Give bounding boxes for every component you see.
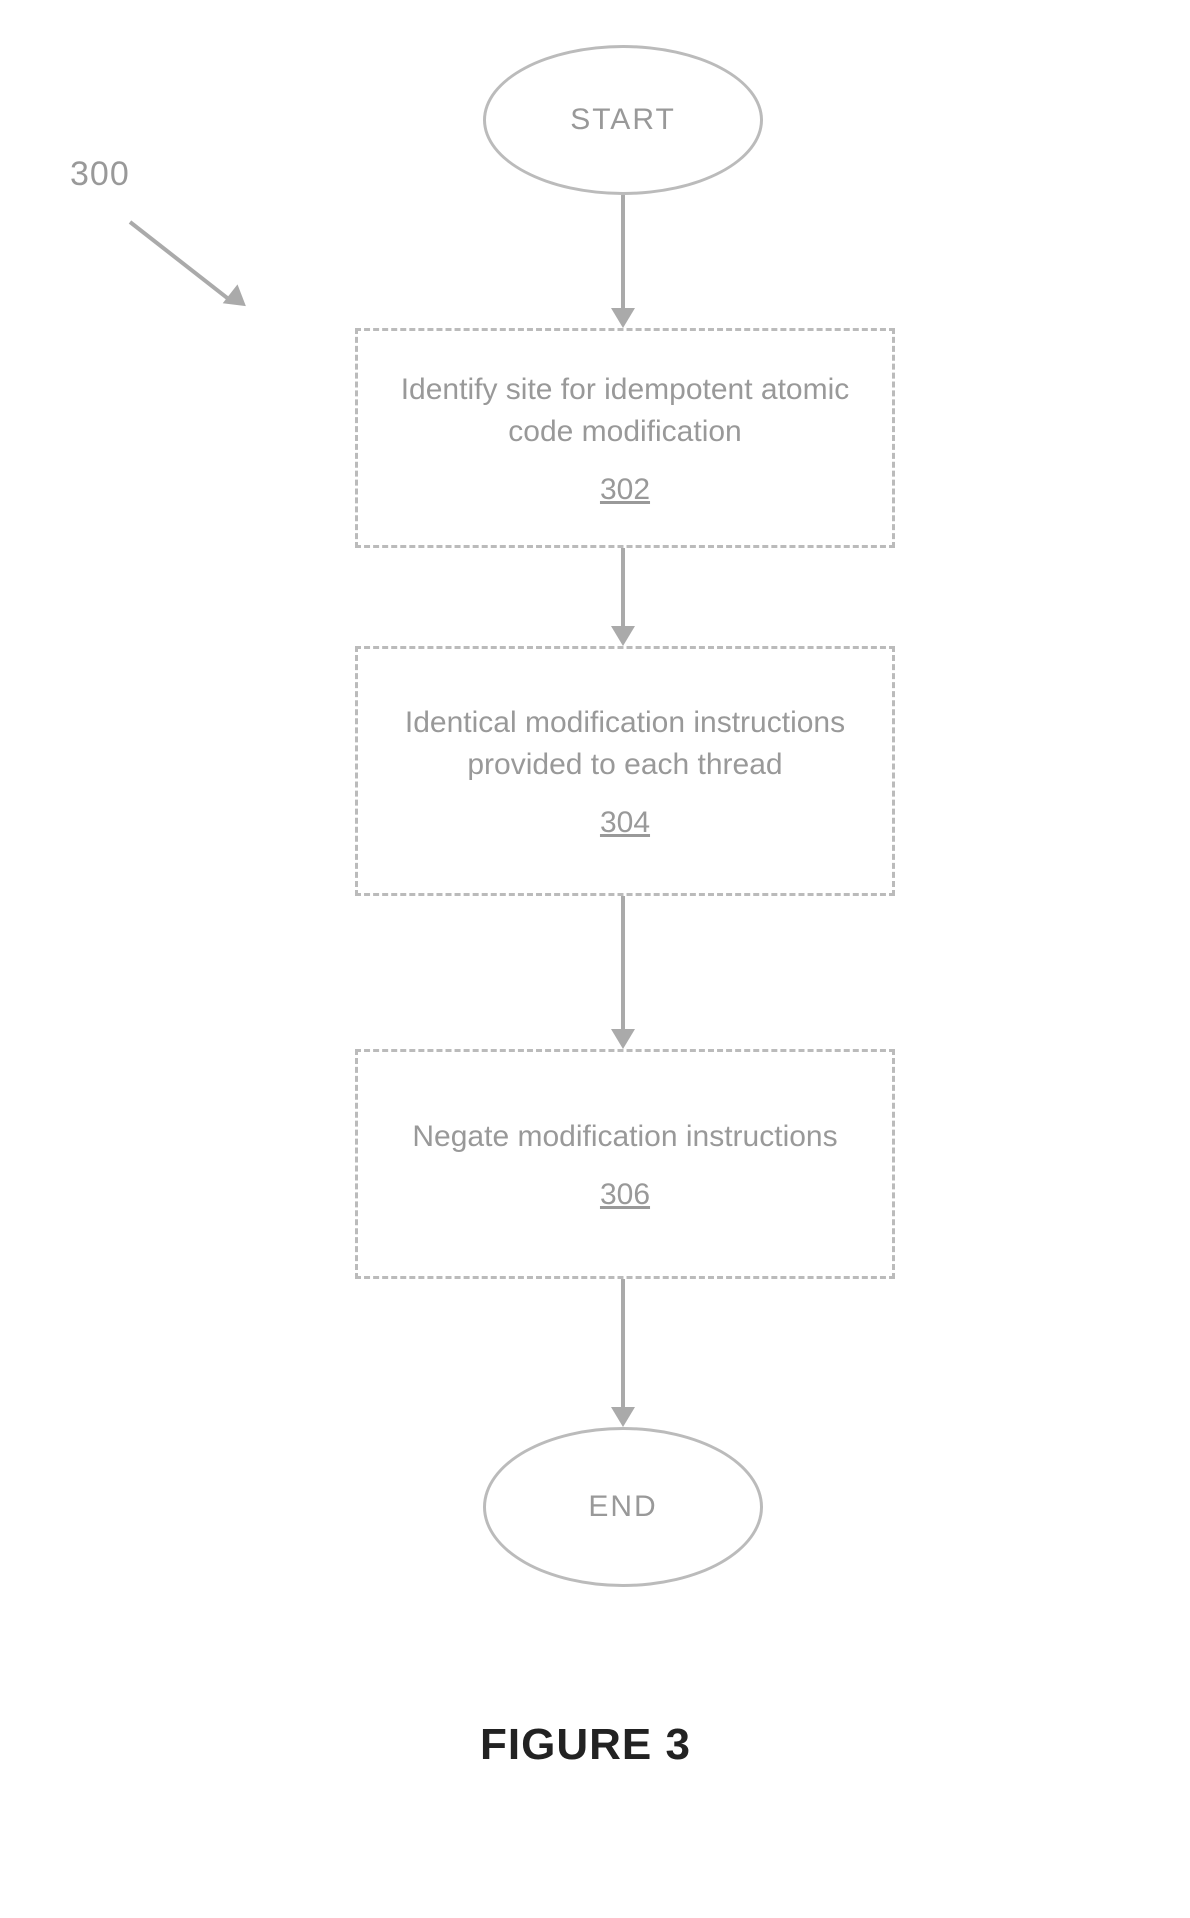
arrow-304-306-line: [621, 896, 625, 1031]
step-302-ref: 302: [600, 473, 650, 507]
step-306-node: Negate modification instructions 306: [355, 1049, 895, 1279]
end-node: END: [483, 1427, 763, 1587]
arrow-302-304-head: [611, 626, 635, 646]
arrow-306-end-head: [611, 1407, 635, 1427]
step-304-label: Identical modification instructions prov…: [378, 702, 872, 786]
arrow-start-302-line: [621, 195, 625, 310]
flowchart-canvas: 300 START Identify site for idempotent a…: [0, 0, 1190, 1918]
arrow-start-302-head: [611, 308, 635, 328]
step-304-node: Identical modification instructions prov…: [355, 646, 895, 896]
reference-pointer-head: [223, 284, 254, 315]
step-304-ref: 304: [600, 806, 650, 840]
reference-pointer-line: [129, 220, 234, 303]
arrow-304-306-head: [611, 1029, 635, 1049]
figure-caption: FIGURE 3: [480, 1720, 691, 1770]
end-label: END: [588, 1490, 657, 1524]
reference-number-label: 300: [70, 155, 130, 194]
step-302-node: Identify site for idempotent atomic code…: [355, 328, 895, 548]
start-label: START: [570, 103, 676, 137]
start-node: START: [483, 45, 763, 195]
step-302-label: Identify site for idempotent atomic code…: [378, 369, 872, 453]
arrow-306-end-line: [621, 1279, 625, 1409]
step-306-label: Negate modification instructions: [412, 1116, 837, 1158]
arrow-302-304-line: [621, 548, 625, 628]
step-306-ref: 306: [600, 1178, 650, 1212]
